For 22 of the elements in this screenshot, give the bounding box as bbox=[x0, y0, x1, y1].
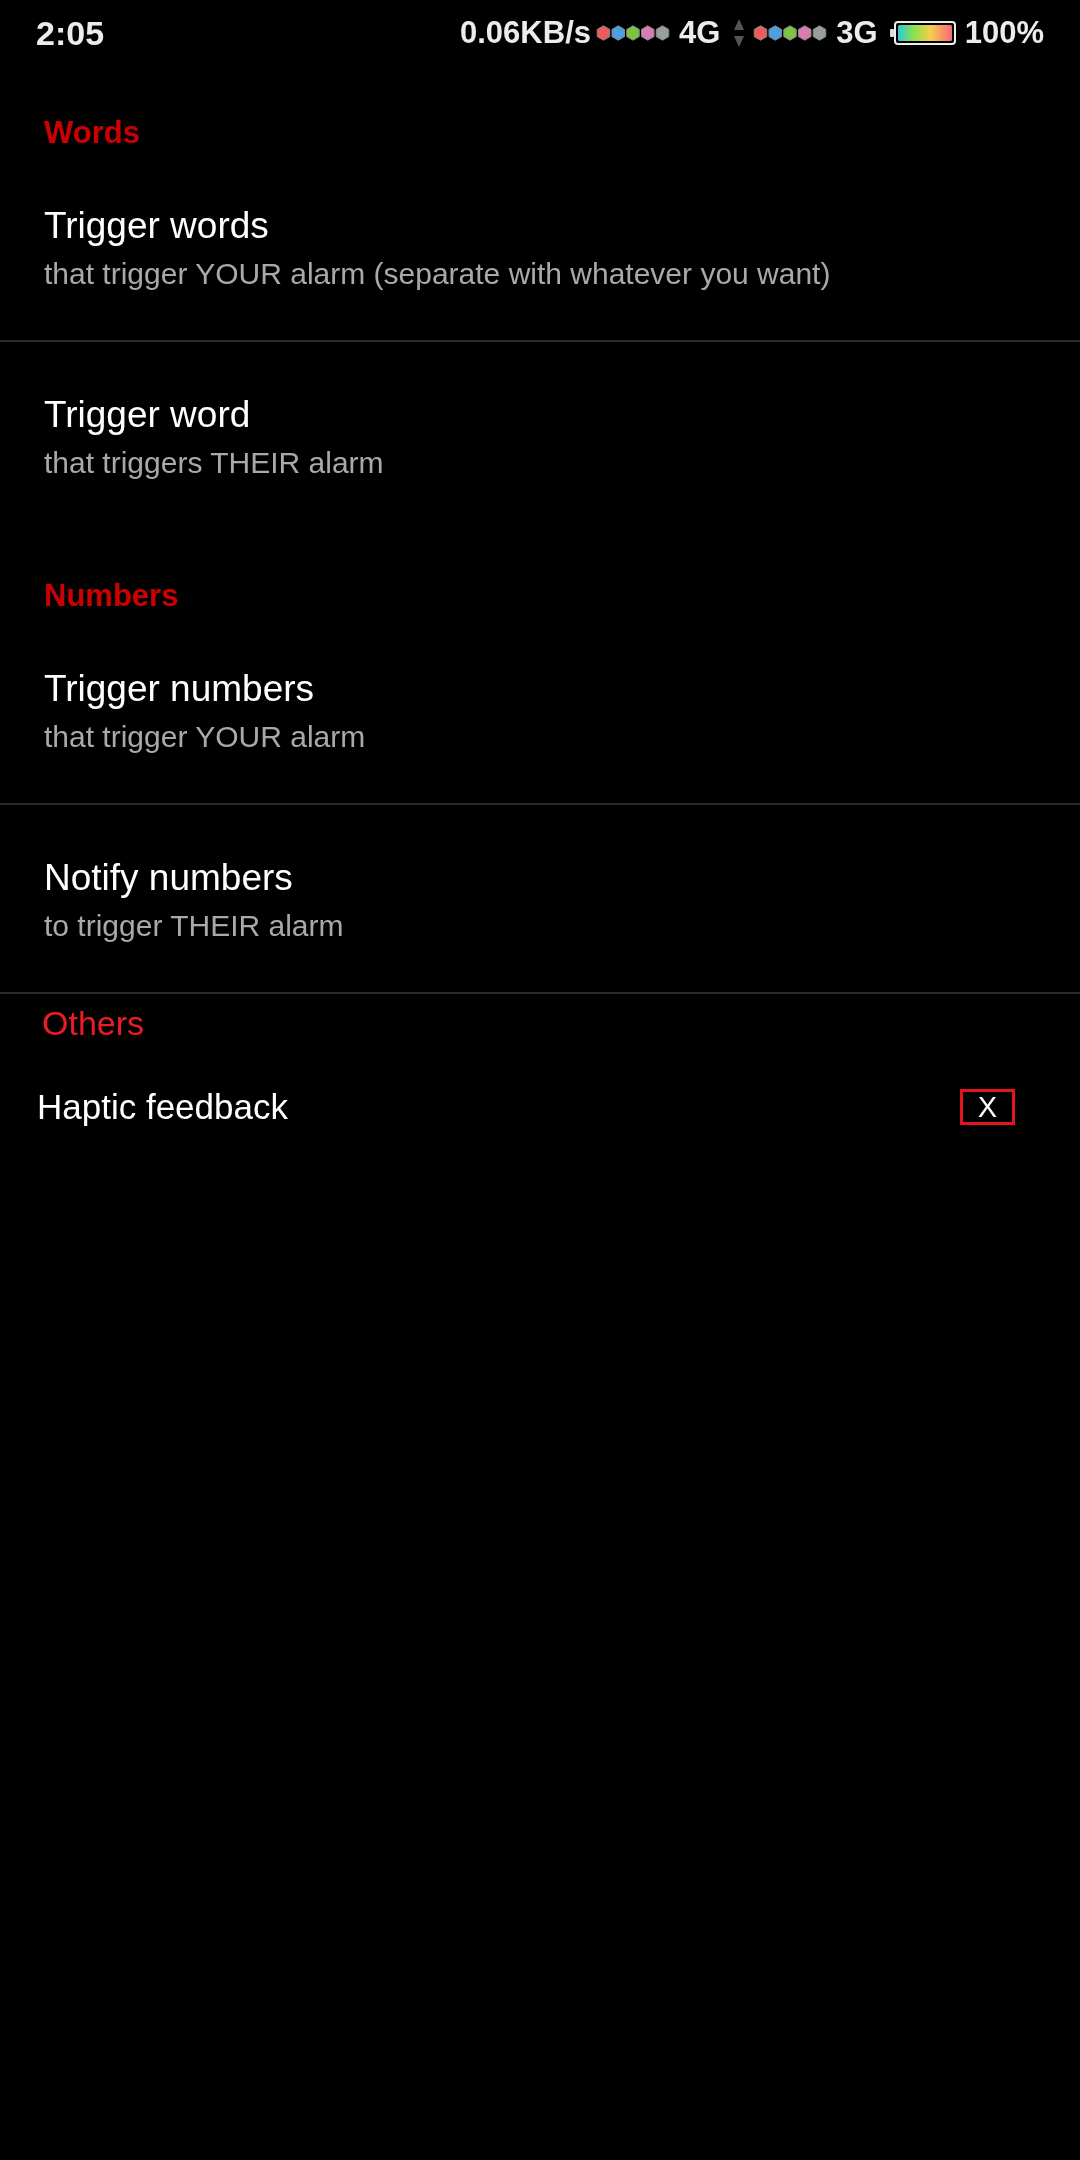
battery-icon bbox=[889, 21, 956, 45]
preference-title[interactable]: Trigger words bbox=[44, 204, 269, 248]
preference-summary: that trigger YOUR alarm bbox=[44, 719, 366, 755]
network-speed: 0.06KB/s bbox=[460, 14, 591, 52]
category-header: Numbers bbox=[44, 577, 179, 615]
preference-title[interactable]: Trigger numbers bbox=[44, 667, 315, 711]
status-time: 2:05 bbox=[36, 13, 105, 53]
data-activity-icon bbox=[734, 19, 745, 47]
battery-percent: 100% bbox=[964, 14, 1044, 52]
setting-label: Haptic feedback bbox=[37, 1086, 288, 1128]
preference-summary: that triggers THEIR alarm bbox=[44, 445, 384, 481]
preference-title[interactable]: Notify numbers bbox=[44, 856, 293, 900]
category-header: Others bbox=[42, 1003, 145, 1043]
network-type: 3G bbox=[836, 14, 878, 52]
network-type: 4G bbox=[679, 14, 721, 52]
category-header: Words bbox=[44, 114, 140, 152]
preference-summary: to trigger THEIR alarm bbox=[44, 908, 344, 944]
signal-icon bbox=[753, 25, 828, 41]
checkbox[interactable]: X bbox=[960, 1089, 1015, 1125]
preference-summary: that trigger YOUR alarm (separate with whatever you want) bbox=[44, 256, 831, 292]
signal-icon bbox=[596, 25, 670, 41]
preference-title[interactable]: Trigger word bbox=[44, 393, 251, 437]
